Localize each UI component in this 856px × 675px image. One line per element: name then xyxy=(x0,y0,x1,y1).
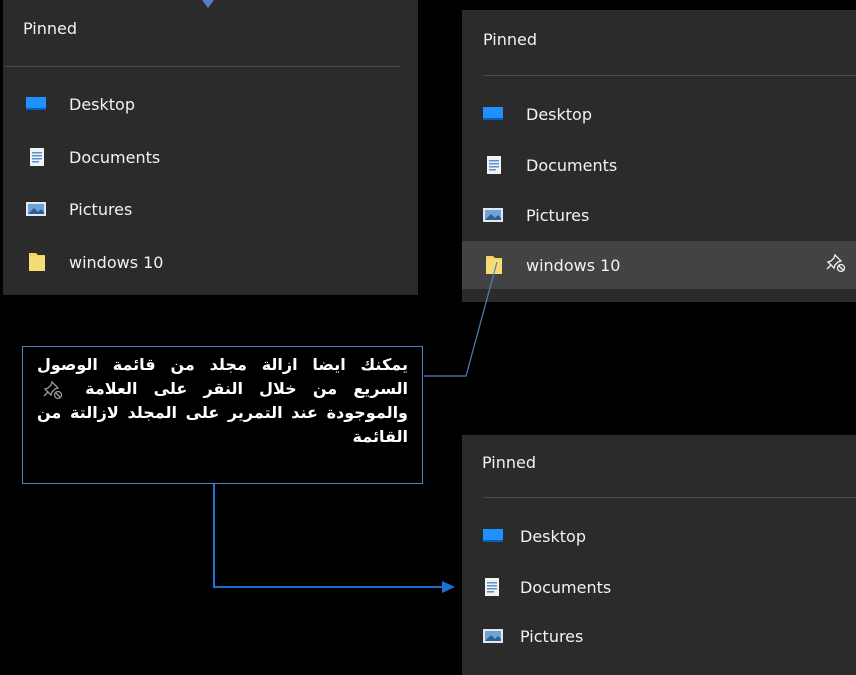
result-connector-line xyxy=(213,484,446,588)
arrow-head-top xyxy=(202,0,214,8)
arrow-head-right xyxy=(442,581,455,593)
instruction-callout: يمكنك ايضا ازالة مجلد من قائمة الوصول ال… xyxy=(22,346,423,484)
callout-text-before: يمكنك ايضا ازالة مجلد من قائمة الوصول ال… xyxy=(37,355,408,398)
connector-lines xyxy=(202,0,498,593)
callout-leader-line xyxy=(424,261,498,377)
callout-text-after: والموجودة عند التمرير على المجلد لازالتة… xyxy=(37,403,408,446)
unpin-icon xyxy=(43,380,63,400)
